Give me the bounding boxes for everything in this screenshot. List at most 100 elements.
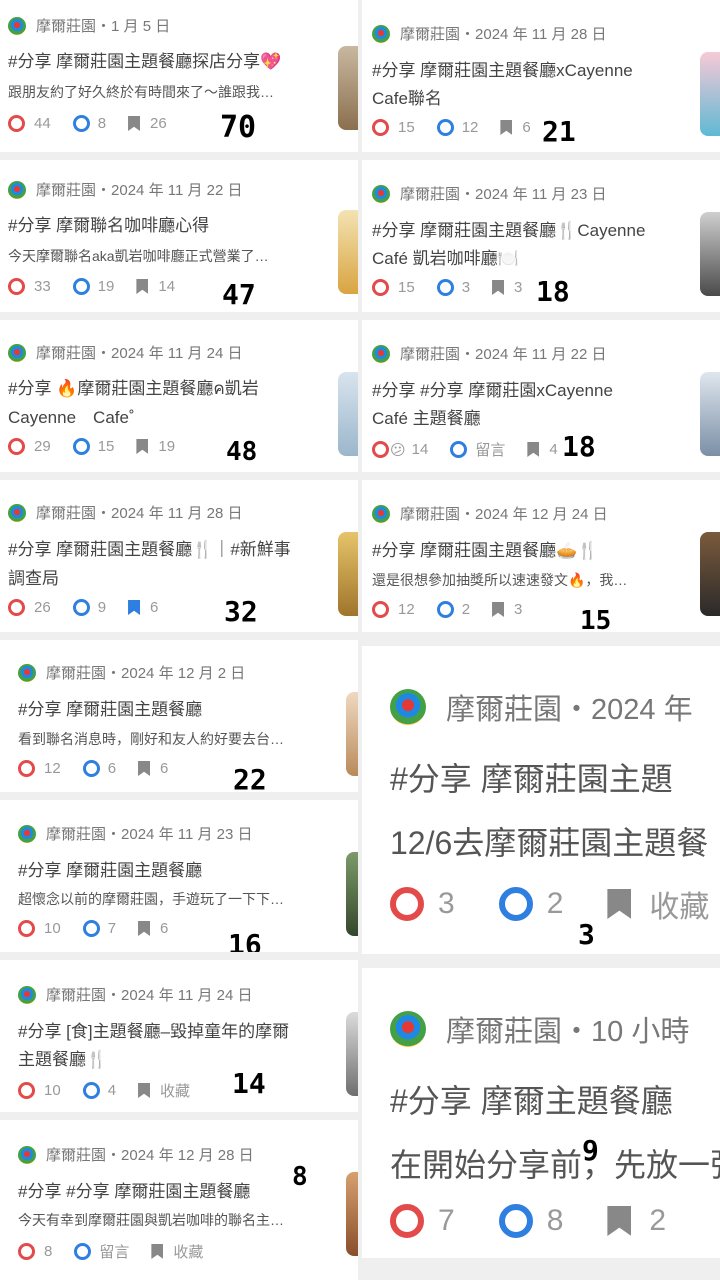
post-card[interactable]: 摩爾莊園・ 1 月 5 日 #分享 摩爾莊園主題餐廳探店分享💖 跟朋友約了好久終於…	[0, 0, 358, 152]
save-stat[interactable]: 19	[136, 438, 175, 455]
post-title-line2[interactable]: 調查局	[8, 564, 59, 589]
author-name[interactable]: 摩爾莊園	[400, 183, 460, 204]
like-stat[interactable]: 44	[8, 115, 51, 132]
save-stat[interactable]: 6	[128, 599, 158, 616]
comment-stat[interactable]: 2	[498, 887, 563, 921]
comment-stat[interactable]: 6	[82, 760, 116, 777]
author-name[interactable]: 摩爾莊園	[400, 503, 460, 524]
post-title-line2[interactable]: 主題餐廳🍴	[18, 1045, 107, 1070]
post-title[interactable]: #分享 摩爾莊園主題餐廳🥧🍴	[372, 536, 599, 561]
author-name[interactable]: 摩爾莊園	[400, 23, 460, 44]
post-thumbnail[interactable]	[346, 1012, 358, 1096]
post-thumbnail[interactable]	[346, 1172, 358, 1256]
like-stat[interactable]: 15	[372, 119, 415, 136]
like-stat[interactable]: 26	[8, 599, 51, 616]
author-name[interactable]: 摩爾莊園	[400, 343, 460, 364]
post-title-line2[interactable]: Cafe聯名	[372, 84, 442, 109]
save-stat[interactable]: 收藏	[607, 882, 709, 926]
comment-stat[interactable]: 19	[72, 278, 114, 295]
save-stat[interactable]: 26	[128, 115, 167, 132]
post-card[interactable]: 摩爾莊園・ 2024 年 11 月 23 日 #分享 摩爾莊園主題餐廳 超懷念以前…	[0, 800, 358, 952]
post-title[interactable]: #分享 摩爾莊園主題餐廳🍴Cayenne	[372, 216, 645, 241]
author-name[interactable]: 摩爾莊園	[36, 179, 96, 200]
post-card[interactable]: 摩爾莊園・ 2024 年 11 月 22 日 #分享 #分享 摩爾莊園xCayen…	[362, 320, 720, 472]
post-title[interactable]: #分享 摩爾莊園主題餐廳xCayenne	[372, 56, 633, 81]
like-stat[interactable]: 😕 14	[372, 441, 428, 459]
post-thumbnail[interactable]	[700, 372, 720, 456]
like-stat[interactable]: 10	[18, 1082, 61, 1099]
post-title-line2[interactable]: Café 主題餐廳	[372, 404, 481, 429]
post-card[interactable]: 摩爾莊園・ 2024 年 12 月 24 日 #分享 摩爾莊園主題餐廳🥧🍴 還是很…	[362, 480, 720, 632]
like-stat[interactable]: 33	[8, 278, 51, 295]
post-thumbnail[interactable]	[346, 692, 358, 776]
author-name[interactable]: 摩爾莊園	[446, 1008, 562, 1050]
save-stat[interactable]: 3	[492, 601, 522, 618]
post-title-line2[interactable]: Cayenne Cafe˚	[8, 403, 135, 428]
post-card[interactable]: 摩爾莊園・ 2024 年 11 月 24 日 #分享 🔥摩爾莊園主題餐廳ค凱岩 C…	[0, 320, 358, 472]
author-name[interactable]: 摩爾莊園	[36, 342, 96, 363]
post-card[interactable]: 摩爾莊園・ 2024 年 12 月 2 日 #分享 摩爾莊園主題餐廳 看到聯名消息…	[0, 640, 358, 792]
comment-stat[interactable]: 12	[436, 119, 478, 136]
post-card[interactable]: 摩爾莊園・ 2024 年 11 月 22 日 #分享 摩爾聯名咖啡廳心得 今天摩爾…	[0, 160, 358, 312]
post-title[interactable]: #分享 摩爾主題餐廳	[390, 1076, 673, 1122]
like-stat[interactable]: 15	[372, 279, 415, 296]
post-thumbnail[interactable]	[338, 46, 358, 130]
post-thumbnail[interactable]	[338, 372, 358, 456]
like-stat[interactable]: 10	[18, 920, 61, 937]
comment-stat[interactable]: 7	[82, 920, 116, 937]
save-stat[interactable]: 6	[138, 920, 168, 937]
post-card[interactable]: 摩爾莊園・ 2024 年 11 月 23 日 #分享 摩爾莊園主題餐廳🍴Cayen…	[362, 160, 720, 312]
post-title[interactable]: #分享 摩爾莊園主題餐廳	[18, 695, 202, 720]
author-name[interactable]: 摩爾莊園	[46, 984, 106, 1005]
post-card[interactable]: 摩爾莊園・ 2024 年 12 月 28 日 #分享 #分享 摩爾莊園主題餐廳 今…	[0, 1120, 358, 1280]
save-stat[interactable]: 收藏	[138, 1080, 190, 1101]
comment-stat[interactable]: 3	[436, 279, 470, 296]
save-stat[interactable]: 6	[138, 760, 168, 777]
post-card[interactable]: 摩爾莊園・ 2024 年 11 月 24 日 #分享 [食]主題餐廳–毀掉童年的摩…	[0, 960, 358, 1112]
like-stat[interactable]: 8	[18, 1243, 52, 1260]
like-stat[interactable]: 7	[390, 1204, 455, 1238]
like-stat[interactable]: 12	[18, 760, 61, 777]
comment-stat[interactable]: 15	[72, 438, 114, 455]
post-title-line2[interactable]: Café 凱岩咖啡廳🍽️	[372, 244, 519, 269]
author-name[interactable]: 摩爾莊園	[46, 662, 106, 683]
post-title[interactable]: #分享 #分享 摩爾莊園xCayenne	[372, 376, 613, 401]
comment-stat[interactable]: 8	[498, 1204, 563, 1238]
author-name[interactable]: 摩爾莊園	[46, 823, 106, 844]
post-card-zoomed[interactable]: 摩爾莊園・ 2024 年 #分享 摩爾莊園主題 12/6去摩爾莊園主題餐 3 2 …	[362, 646, 720, 954]
like-stat[interactable]: 29	[8, 438, 51, 455]
comment-stat[interactable]: 留言	[450, 439, 505, 460]
author-name[interactable]: 摩爾莊園	[36, 15, 96, 36]
post-title[interactable]: #分享 摩爾莊園主題餐廳探店分享💖	[8, 47, 281, 72]
post-card-zoomed[interactable]: 摩爾莊園・ 10 小時 #分享 摩爾主題餐廳 在開始分享前，先放一張 7 8 2 …	[362, 968, 720, 1258]
post-title[interactable]: #分享 摩爾聯名咖啡廳心得	[8, 211, 209, 236]
post-thumbnail[interactable]	[700, 532, 720, 616]
post-title[interactable]: #分享 🔥摩爾莊園主題餐廳ค凱岩	[8, 374, 259, 402]
comment-stat[interactable]: 2	[436, 601, 470, 618]
post-title[interactable]: #分享 #分享 摩爾莊園主題餐廳	[18, 1177, 250, 1202]
post-thumbnail[interactable]	[338, 210, 358, 294]
like-stat[interactable]: 12	[372, 601, 415, 618]
post-title[interactable]: #分享 摩爾莊園主題餐廳	[18, 856, 202, 881]
post-card[interactable]: 摩爾莊園・ 2024 年 11 月 28 日 #分享 摩爾莊園主題餐廳🍴｜#新鮮事…	[0, 480, 358, 632]
comment-stat[interactable]: 留言	[74, 1241, 129, 1262]
save-stat[interactable]: 收藏	[151, 1241, 203, 1262]
post-title[interactable]: #分享 [食]主題餐廳–毀掉童年的摩爾	[18, 1017, 289, 1042]
post-thumbnail[interactable]	[346, 852, 358, 936]
author-name[interactable]: 摩爾莊園	[446, 686, 562, 728]
author-name[interactable]: 摩爾莊園	[36, 502, 96, 523]
post-title[interactable]: #分享 摩爾莊園主題	[390, 754, 673, 800]
like-stat[interactable]: 3	[390, 887, 455, 921]
comment-stat[interactable]: 4	[82, 1082, 116, 1099]
save-stat[interactable]: 14	[136, 278, 175, 295]
save-stat[interactable]: 3	[492, 279, 522, 296]
save-stat[interactable]: 6	[500, 119, 531, 136]
post-thumbnail[interactable]	[700, 212, 720, 296]
comment-stat[interactable]: 9	[72, 599, 106, 616]
comment-stat[interactable]: 8	[72, 115, 106, 132]
author-name[interactable]: 摩爾莊園	[46, 1144, 106, 1165]
post-card[interactable]: 摩爾莊園・ 2024 年 11 月 28 日 #分享 摩爾莊園主題餐廳xCayen…	[362, 0, 720, 152]
post-thumbnail[interactable]	[338, 532, 358, 616]
post-thumbnail[interactable]	[700, 52, 720, 136]
save-stat[interactable]: 2	[607, 1204, 666, 1238]
